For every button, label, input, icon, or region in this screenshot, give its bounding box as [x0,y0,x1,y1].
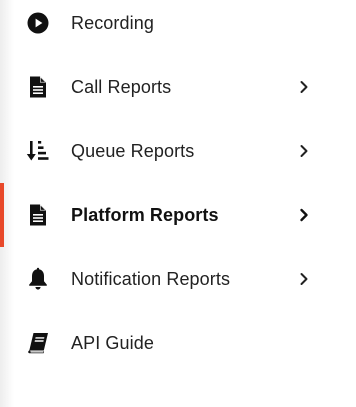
sort-descending-list-icon [26,139,50,163]
menu-item-label: Call Reports [71,76,172,97]
menu-item-label: Recording [71,12,154,33]
menu-item-recording[interactable]: Recording [0,0,356,55]
menu-item-label: API Guide [71,332,154,353]
menu-item-api-guide[interactable]: API Guide [0,311,356,375]
menu-item-platform-reports[interactable]: Platform Reports [0,183,356,247]
active-indicator [0,183,4,247]
book-icon [26,331,50,355]
chevron-right-icon[interactable] [297,208,311,222]
menu-item-queue-reports[interactable]: Queue Reports [0,119,356,183]
menu-item-call-reports[interactable]: Call Reports [0,55,356,119]
document-icon [26,75,50,99]
menu-item-label: Queue Reports [71,140,195,161]
play-circle-icon [26,11,50,35]
chevron-right-icon[interactable] [297,272,311,286]
menu-item-notification-reports[interactable]: Notification Reports [0,247,356,311]
bell-icon [26,267,50,291]
chevron-right-icon[interactable] [297,80,311,94]
side-navigation-menu: Recording Call Reports Queue Reports Pla… [0,0,356,407]
chevron-right-icon[interactable] [297,144,311,158]
menu-item-label: Platform Reports [71,204,219,225]
document-icon [26,203,50,227]
menu-item-label: Notification Reports [71,268,231,289]
